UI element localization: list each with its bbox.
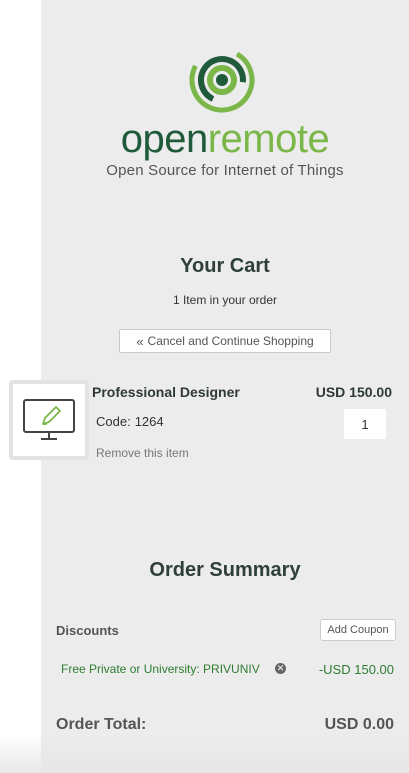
cart-title: Your Cart [180,255,270,277]
item-price: USD 150.00 [315,384,392,400]
remove-discount-icon[interactable]: ✕ [275,663,286,674]
brand-name-open: open [120,117,208,161]
remove-item-link[interactable]: Remove this item [96,446,189,460]
item-code-label: Code: [96,414,131,429]
discount-amount: -USD 150.00 [318,662,394,677]
quantity-input[interactable] [344,409,386,439]
product-thumbnail [9,380,89,460]
discount-name: Free Private or University: PRIVUNIV [61,662,260,676]
brand-name-remote: remote [207,117,330,161]
monitor-pencil-icon [23,399,75,440]
order-summary-title: Order Summary [149,559,301,581]
cancel-button-label: Cancel and Continue Shopping [147,334,314,348]
openremote-logo-icon [189,47,255,113]
item-name: Professional Designer [92,384,240,400]
add-coupon-button[interactable]: Add Coupon [320,619,396,641]
item-code-value: 1264 [134,414,164,429]
brand-wordmark: openremote [41,113,409,165]
cart-item-count: 1 Item in your order [172,293,278,307]
order-total-label: Order Total: [56,716,147,733]
brand-tagline: Open Source for Internet of Things [106,162,344,179]
item-code: Code: 1264 [96,414,164,429]
double-chevron-left-icon: « [136,333,144,349]
order-total-amount: USD 0.00 [324,716,394,733]
discounts-label: Discounts [56,623,119,638]
cancel-continue-shopping-button[interactable]: « Cancel and Continue Shopping [119,329,331,353]
